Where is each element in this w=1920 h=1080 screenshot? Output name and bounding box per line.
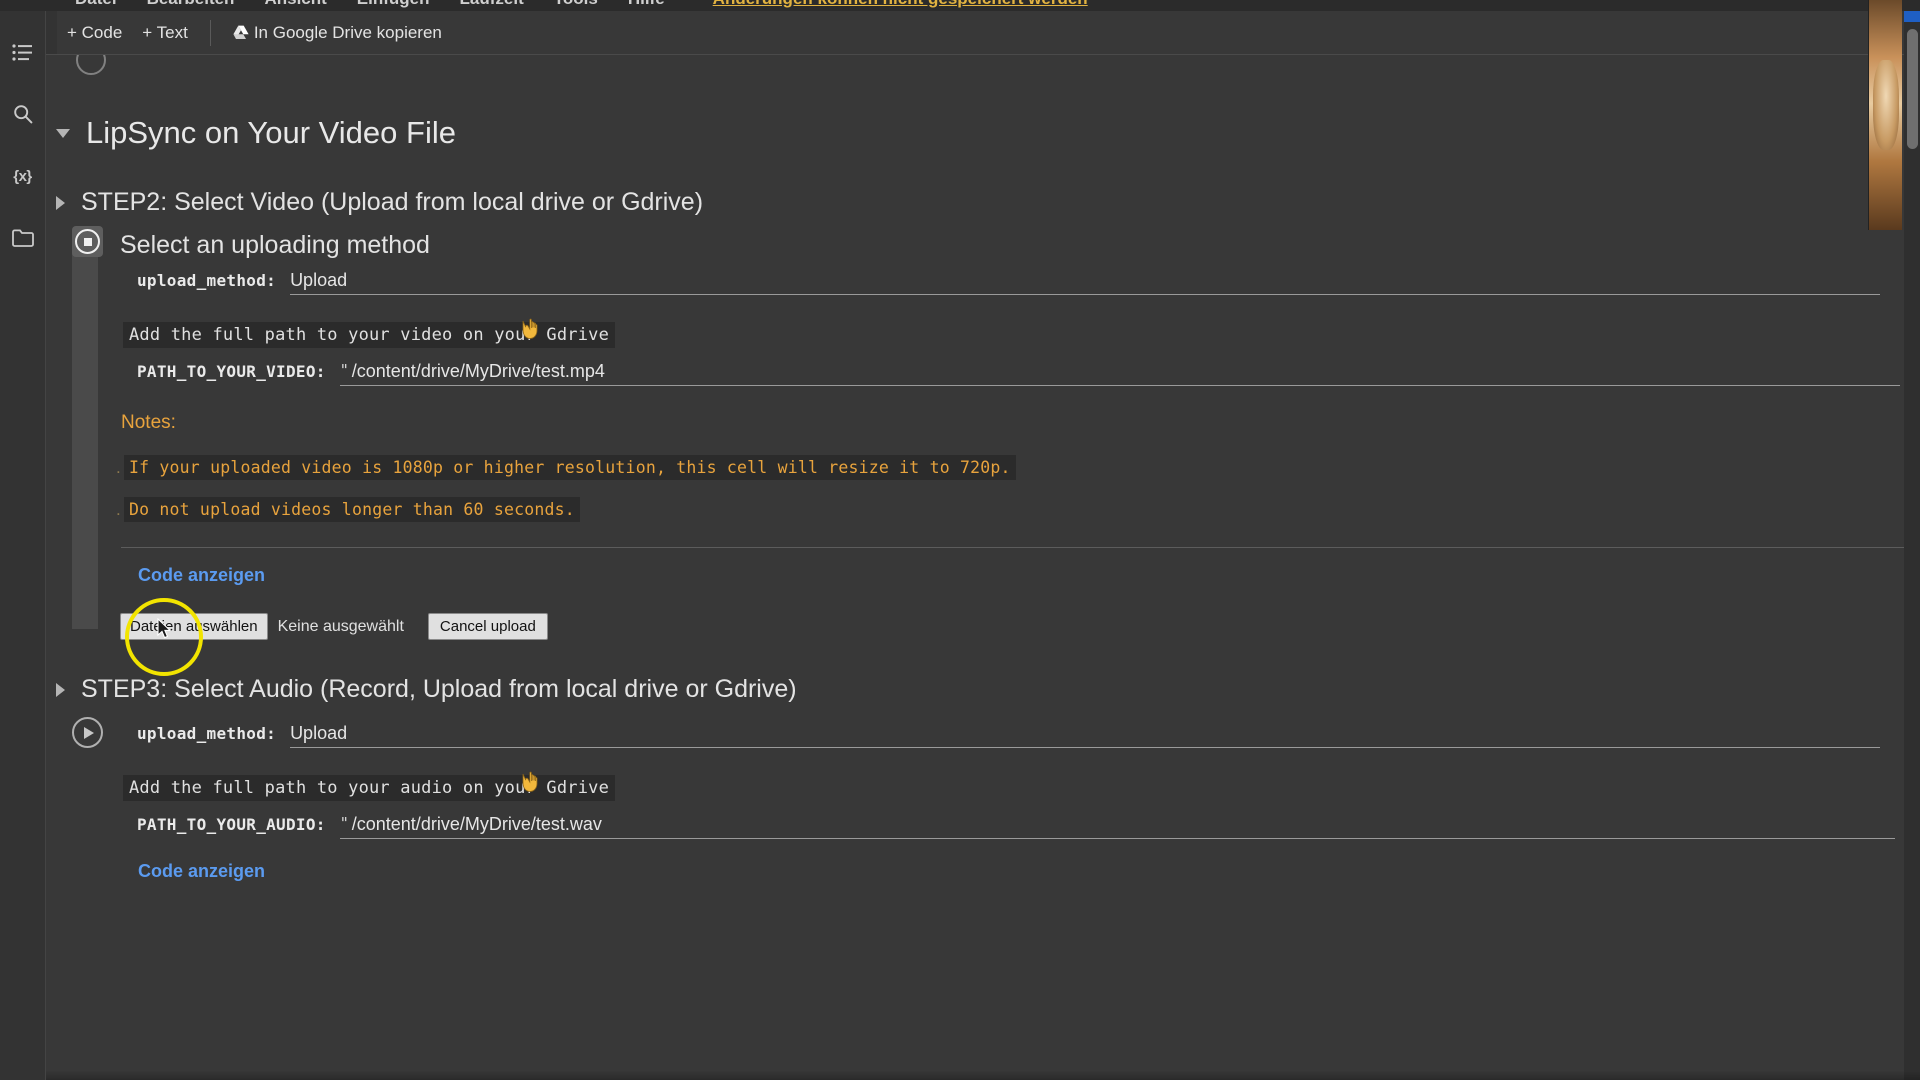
search-icon[interactable] bbox=[6, 97, 40, 131]
chevron-right-icon[interactable] bbox=[56, 682, 65, 697]
files-icon[interactable] bbox=[6, 221, 40, 255]
step3-audio-path-row: PATH_TO_YOUR_AUDIO: "/content/drive/MyDr… bbox=[137, 814, 1895, 839]
play-icon bbox=[84, 726, 94, 739]
copy-to-drive-label: In Google Drive kopieren bbox=[253, 22, 442, 42]
copy-to-drive-button[interactable]: In Google Drive kopieren bbox=[223, 18, 452, 48]
step3-heading: STEP3: Select Audio (Record, Upload from… bbox=[81, 675, 797, 703]
cancel-upload-button[interactable]: Cancel upload bbox=[427, 613, 548, 640]
file-selection-status: Keine ausgewählt bbox=[277, 617, 404, 635]
path-to-audio-label: PATH_TO_YOUR_AUDIO: bbox=[137, 815, 326, 834]
upload-method-label: upload_method: bbox=[137, 724, 277, 743]
chevron-right-icon[interactable] bbox=[56, 195, 65, 210]
note-bullet-icon: . bbox=[116, 500, 121, 519]
upload-method-label: upload_method: bbox=[137, 271, 277, 290]
stop-icon bbox=[75, 229, 100, 254]
menu-item-tools[interactable]: Tools bbox=[554, 0, 598, 9]
section-lipsync-header[interactable]: LipSync on Your Video File bbox=[56, 115, 456, 151]
note-bullet-icon: . bbox=[116, 458, 121, 477]
point-down-hand-icon bbox=[519, 770, 541, 800]
step2-header[interactable]: STEP2: Select Video (Upload from local d… bbox=[56, 188, 703, 217]
field-underline bbox=[290, 294, 1881, 295]
bottom-fade bbox=[46, 1070, 1920, 1080]
note-text: Do not upload videos longer than 60 seco… bbox=[124, 497, 580, 522]
partial-thumbnail-image bbox=[1868, 0, 1902, 230]
menu-item-bearbeiten[interactable]: Bearbeiten bbox=[147, 0, 235, 9]
upload-method-value: Upload bbox=[290, 723, 348, 743]
left-sidebar-rail: {x} bbox=[0, 11, 46, 1080]
step3-gdrive-hint: Add the full path to your audio on your … bbox=[123, 775, 616, 801]
step2-gdrive-hint: Add the full path to your video on your … bbox=[123, 322, 616, 348]
quote-glyph: " bbox=[339, 361, 349, 379]
path-to-audio-input[interactable]: "/content/drive/MyDrive/test.wav bbox=[339, 814, 1895, 839]
path-to-audio-value: "/content/drive/MyDrive/test.wav bbox=[340, 814, 1895, 839]
step3-upload-method-row: upload_method: Upload bbox=[137, 723, 1881, 748]
variables-icon[interactable]: {x} bbox=[6, 159, 40, 193]
choose-files-button[interactable]: Dateien auswählen bbox=[120, 613, 268, 640]
notes-title: Notes: bbox=[121, 412, 176, 433]
add-code-cell-button[interactable]: + Code bbox=[57, 18, 132, 48]
quote-glyph: " bbox=[339, 814, 349, 832]
page-scrollbar[interactable] bbox=[1904, 11, 1920, 1080]
field-underline bbox=[339, 838, 1895, 839]
toolbar-divider bbox=[209, 19, 211, 46]
menu-bar: Datei Bearbeiten Ansicht Einfügen Laufze… bbox=[0, 0, 1920, 11]
chevron-down-icon[interactable] bbox=[56, 128, 70, 138]
step2-upload-method-row: upload_method: Upload bbox=[137, 270, 1881, 295]
menu-item-datei[interactable]: Datei bbox=[75, 0, 117, 9]
field-underline bbox=[339, 385, 1900, 386]
colab-window: Datei Bearbeiten Ansicht Einfügen Laufze… bbox=[0, 0, 1920, 1080]
menu-item-laufzeit[interactable]: Laufzeit bbox=[460, 0, 524, 9]
menu-item-ansicht[interactable]: Ansicht bbox=[264, 0, 326, 9]
step2-video-path-row: PATH_TO_YOUR_VIDEO: "/content/drive/MyDr… bbox=[137, 361, 1900, 386]
step3-run-button[interactable] bbox=[72, 717, 103, 748]
step2-cell-gutter bbox=[72, 233, 98, 629]
menu-item-hilfe[interactable]: Hilfe bbox=[628, 0, 665, 9]
note-item-1: . If your uploaded video is 1080p or hig… bbox=[116, 455, 1016, 480]
upload-method-select[interactable]: Upload bbox=[290, 270, 1881, 295]
note-item-2: . Do not upload videos longer than 60 se… bbox=[116, 497, 580, 522]
upload-method-select[interactable]: Upload bbox=[290, 723, 1881, 748]
previous-cell-run-indicator bbox=[76, 55, 106, 75]
path-to-video-label: PATH_TO_YOUR_VIDEO: bbox=[137, 362, 326, 381]
scrollbar-thumb[interactable] bbox=[1907, 29, 1918, 149]
add-text-label: + Text bbox=[142, 22, 188, 42]
step2-interrupt-button[interactable] bbox=[72, 226, 103, 257]
google-drive-icon bbox=[233, 25, 249, 40]
path-to-audio-text: /content/drive/MyDrive/test.wav bbox=[351, 814, 602, 834]
step2-heading: STEP2: Select Video (Upload from local d… bbox=[81, 188, 704, 216]
notebook-content: LipSync on Your Video File STEP2: Select… bbox=[46, 55, 1920, 1080]
unsaved-changes-notice[interactable]: Änderungen können nicht gespeichert werd… bbox=[713, 0, 1088, 9]
cell-output-divider bbox=[121, 547, 1920, 548]
step2-show-code-link[interactable]: Code anzeigen bbox=[138, 565, 265, 586]
step2-file-upload-widget: Dateien auswählen Keine ausgewählt Cance… bbox=[120, 613, 548, 640]
step3-header[interactable]: STEP3: Select Audio (Record, Upload from… bbox=[56, 675, 797, 704]
path-to-video-text: /content/drive/MyDrive/test.mp4 bbox=[351, 361, 605, 381]
step2-cell-title: Select an uploading method bbox=[120, 231, 430, 259]
scrollbar-top-cap bbox=[1904, 11, 1920, 22]
toc-icon[interactable] bbox=[6, 35, 40, 69]
path-to-video-value: "/content/drive/MyDrive/test.mp4 bbox=[340, 361, 1900, 386]
page-title: LipSync on Your Video File bbox=[86, 115, 456, 150]
note-text: If your uploaded video is 1080p or highe… bbox=[124, 455, 1016, 480]
step3-show-code-link[interactable]: Code anzeigen bbox=[138, 861, 265, 882]
upload-method-value: Upload bbox=[290, 270, 348, 290]
menu-item-einfuegen[interactable]: Einfügen bbox=[357, 0, 430, 9]
add-text-cell-button[interactable]: + Text bbox=[132, 18, 198, 48]
point-down-hand-icon bbox=[519, 317, 541, 347]
field-underline bbox=[290, 747, 1881, 748]
path-to-video-input[interactable]: "/content/drive/MyDrive/test.mp4 bbox=[339, 361, 1900, 386]
add-code-label: + Code bbox=[67, 22, 123, 42]
notebook-toolbar: + Code + Text In Google Drive kopieren bbox=[0, 11, 1920, 55]
